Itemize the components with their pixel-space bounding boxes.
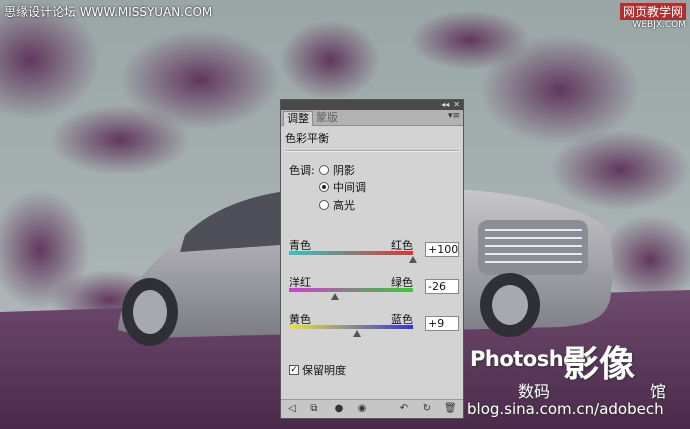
slider-track[interactable] bbox=[289, 251, 417, 263]
photoshop-logo-watermark: Photoshop 影像 数码 馆 blog.sina.com.cn/adobe… bbox=[467, 344, 690, 429]
panel-menu-icon[interactable]: ▾≡ bbox=[448, 111, 460, 121]
magenta-green-value-input[interactable]: -26 bbox=[425, 279, 459, 294]
preserve-luminosity-checkbox[interactable]: ✓ 保留明度 bbox=[289, 362, 346, 378]
panel-titlebar[interactable]: ◂◂ ✕ bbox=[281, 100, 463, 110]
logo-small-text-2: 馆 bbox=[650, 382, 667, 401]
radio-label: 阴影 bbox=[333, 164, 355, 177]
checkbox[interactable]: ✓ bbox=[289, 365, 299, 375]
radio-label: 中间调 bbox=[333, 181, 366, 194]
visibility-eye-icon[interactable]: ◉ bbox=[356, 403, 368, 414]
radio-button[interactable] bbox=[319, 200, 329, 210]
tone-label: 色调: bbox=[289, 164, 315, 177]
slider-track[interactable] bbox=[289, 288, 413, 300]
checkbox-label: 保留明度 bbox=[302, 364, 346, 377]
collapse-icon[interactable]: ◂◂ bbox=[441, 100, 449, 110]
trash-icon[interactable]: 🗑 bbox=[444, 403, 457, 414]
radio-button[interactable] bbox=[319, 165, 329, 175]
adjustments-panel: ◂◂ ✕ 调整 蒙版 ▾≡ 色彩平衡 色调: 阴影 中间调 高光 青色 红色 +… bbox=[280, 99, 464, 419]
expand-view-icon[interactable]: ⧉ bbox=[308, 403, 320, 414]
slider-yellow-blue: 黄色 蓝色 bbox=[289, 311, 413, 337]
logo-big-text: 影像 bbox=[563, 344, 636, 385]
panel-bottom-toolbar: ◁ ⧉ ● ◉ ↶ ↻ 🗑 bbox=[281, 399, 463, 418]
yellow-blue-value-input[interactable]: +9 bbox=[425, 316, 459, 331]
radio-highlights[interactable]: 高光 bbox=[319, 197, 355, 213]
tab-masks[interactable]: 蒙版 bbox=[313, 111, 341, 125]
logo-small-text-1: 数码 bbox=[518, 382, 551, 401]
slider-thumb[interactable] bbox=[330, 293, 339, 300]
slider-thumb[interactable] bbox=[352, 330, 361, 337]
slider-magenta-green: 洋红 绿色 bbox=[289, 274, 413, 300]
panel-tabs: 调整 蒙版 ▾≡ bbox=[281, 110, 463, 126]
watermark-site-name: 网页教学网 bbox=[619, 3, 686, 20]
radio-shadows[interactable]: 阴影 bbox=[319, 162, 355, 178]
slider-thumb[interactable] bbox=[409, 256, 417, 263]
divider bbox=[285, 150, 459, 152]
tab-adjustments[interactable]: 调整 bbox=[283, 111, 313, 126]
slider-track[interactable] bbox=[289, 325, 413, 337]
watermark-top-right: 网页教学网 WEBJX.COM bbox=[586, 3, 686, 30]
clip-to-layer-icon[interactable]: ● bbox=[333, 403, 345, 414]
reset-icon[interactable]: ↻ bbox=[421, 403, 433, 414]
watermark-top-left: 思缘设计论坛 WWW.MISSYUAN.COM bbox=[4, 5, 213, 19]
watermark-site-url: WEBJX.COM bbox=[632, 20, 686, 30]
panel-heading: 色彩平衡 bbox=[285, 132, 329, 145]
close-icon[interactable]: ✕ bbox=[453, 100, 460, 110]
logo-url: blog.sina.com.cn/adobech bbox=[467, 400, 664, 418]
back-arrow-icon[interactable]: ◁ bbox=[286, 403, 298, 414]
radio-label: 高光 bbox=[333, 199, 355, 212]
cyan-red-value-input[interactable]: +100 bbox=[425, 242, 459, 257]
radio-midtones[interactable]: 中间调 bbox=[319, 179, 366, 195]
slider-cyan-red: 青色 红色 bbox=[289, 237, 417, 263]
view-previous-state-icon[interactable]: ↶ bbox=[398, 403, 410, 414]
radio-button[interactable] bbox=[319, 182, 329, 192]
